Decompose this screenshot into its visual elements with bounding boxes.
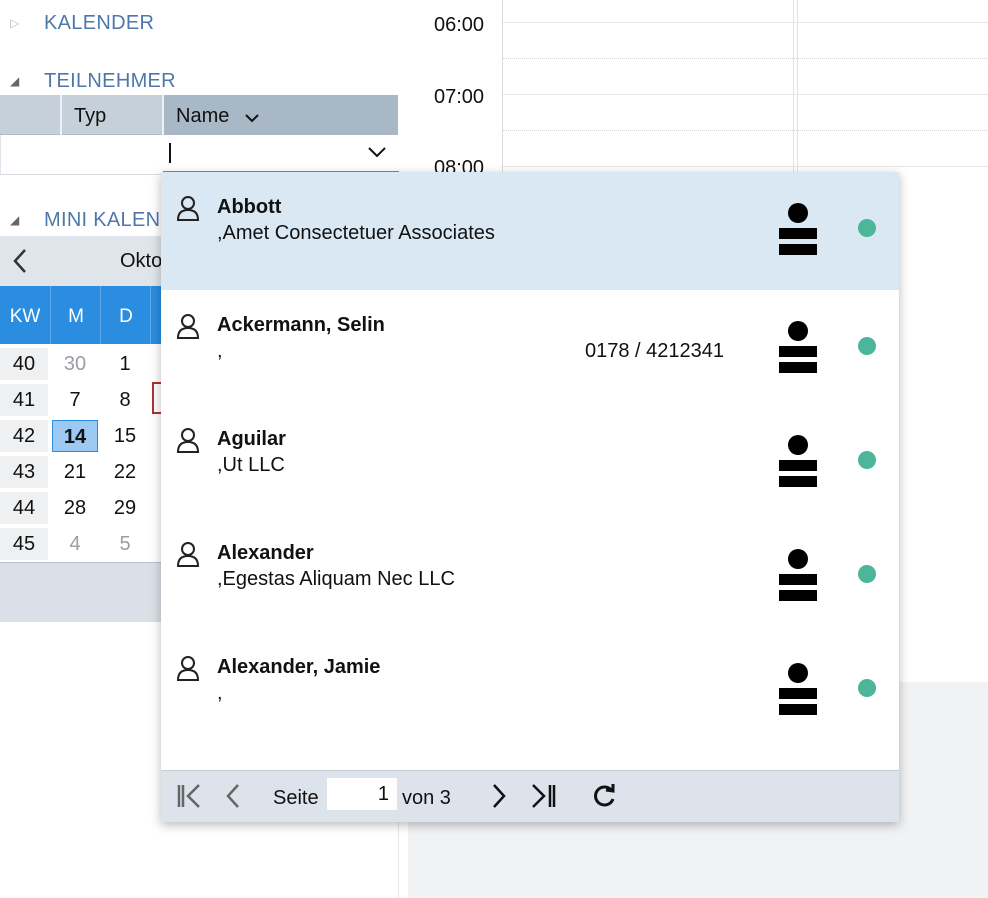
user-icon: [175, 312, 201, 345]
week-number[interactable]: 44: [0, 492, 48, 524]
participant-phone: 0178 / 4212341: [585, 340, 725, 362]
column-header-name-label: Name: [176, 105, 230, 127]
column-select[interactable]: [0, 95, 62, 135]
day-cell[interactable]: 29: [102, 492, 148, 524]
participant-option[interactable]: Aguilar ,Ut LLC: [161, 404, 899, 518]
mini-calendar-week-row: 43 21 22: [0, 454, 162, 490]
expand-triangle-icon[interactable]: ▷: [10, 16, 28, 30]
section-kalender[interactable]: ▷ KALENDER: [10, 12, 154, 34]
mini-calendar-week-row: 45 4 5: [0, 526, 162, 562]
section-teilnehmer[interactable]: ◢ TEILNEHMER: [10, 70, 176, 92]
status-dot: [858, 451, 876, 469]
day-cell[interactable]: 5: [102, 528, 148, 560]
week-number[interactable]: 42: [0, 420, 48, 452]
section-title-kalender: KALENDER: [44, 11, 155, 34]
status-dot: [858, 337, 876, 355]
text-caret: [169, 143, 171, 163]
user-icon: [175, 194, 201, 227]
first-page-icon[interactable]: [175, 783, 205, 814]
time-label: 07:00: [434, 86, 485, 108]
person-type-icon: [777, 548, 819, 617]
next-page-icon[interactable]: [489, 783, 509, 814]
column-header-name[interactable]: Name: [162, 95, 398, 135]
prev-page-icon[interactable]: [223, 783, 243, 814]
participant-option-partial[interactable]: [161, 746, 899, 770]
refresh-icon[interactable]: [591, 783, 617, 814]
participant-company: ,Amet Consectetuer Associates: [217, 222, 495, 244]
day-cell[interactable]: 15: [102, 420, 148, 452]
mini-calendar-footer: [0, 562, 162, 622]
section-mini-kalender[interactable]: ◢ MINI KALEN: [10, 209, 160, 231]
column-header-typ[interactable]: Typ: [74, 105, 106, 128]
section-title-mini-kalender: MINI KALEN: [44, 208, 161, 231]
participants-filter-row: [0, 135, 399, 175]
mini-calendar-weekday-header: KW M D: [0, 286, 162, 344]
participant-company: ,: [217, 682, 223, 704]
today-cell[interactable]: 14: [52, 420, 98, 452]
status-dot: [858, 219, 876, 237]
header-monday: M: [68, 306, 84, 327]
page-number-input[interactable]: [327, 778, 397, 810]
last-page-icon[interactable]: [529, 783, 559, 814]
participant-name: Abbott: [217, 196, 282, 218]
mini-calendar-nav: Okto: [0, 236, 162, 286]
page-count-label: von 3: [402, 787, 451, 809]
header-kw: KW: [9, 306, 41, 327]
mini-calendar-weeks: 40 30 1 41 7 8 42 14 15 43 21 22 44 28 29 45 4 5: [0, 346, 162, 562]
participant-option[interactable]: Alexander ,Egestas Aliquam Nec LLC: [161, 518, 899, 632]
participant-company: ,: [217, 340, 223, 362]
pager: Seite von 3: [161, 770, 899, 822]
day-cell[interactable]: 1: [102, 348, 148, 380]
participant-name: Alexander: [217, 542, 314, 564]
day-cell[interactable]: 7: [52, 384, 98, 416]
user-icon: [175, 654, 201, 687]
participant-option[interactable]: Alexander, Jamie,: [161, 632, 899, 746]
day-cell[interactable]: 22: [102, 456, 148, 488]
chevron-down-icon[interactable]: [367, 145, 387, 164]
person-type-icon: [777, 434, 819, 503]
name-filter-input[interactable]: [163, 135, 399, 173]
status-dot: [858, 679, 876, 697]
user-icon: [175, 540, 201, 573]
participants-grid-header: Typ Name: [0, 95, 398, 135]
week-number[interactable]: 40: [0, 348, 48, 380]
chevron-left-icon[interactable]: [12, 248, 28, 279]
status-dot: [858, 565, 876, 583]
participant-company: ,Ut LLC: [217, 454, 285, 476]
participant-company: ,Egestas Aliquam Nec LLC: [217, 568, 455, 590]
participant-option[interactable]: Ackermann, Selin, 0178 / 4212341: [161, 290, 899, 404]
participant-dropdown: Abbott ,Amet Consectetuer Associates Acker…: [161, 172, 899, 822]
person-type-icon: [777, 320, 819, 389]
day-cell[interactable]: 8: [102, 384, 148, 416]
section-title-teilnehmer: TEILNEHMER: [44, 69, 176, 92]
time-label: 06:00: [434, 14, 485, 36]
participant-name: Aguilar: [217, 428, 286, 450]
user-icon: [175, 426, 201, 459]
mini-calendar-week-row: 44 28 29: [0, 490, 162, 526]
week-number[interactable]: 41: [0, 384, 48, 416]
mini-calendar-month[interactable]: Okto: [120, 250, 162, 273]
mini-calendar-week-row: 40 30 1: [0, 346, 162, 382]
week-number[interactable]: 43: [0, 456, 48, 488]
person-type-icon: [777, 202, 819, 271]
mini-calendar-week-row: 42 14 15: [0, 418, 162, 454]
week-number[interactable]: 45: [0, 528, 48, 560]
collapse-triangle-icon[interactable]: ◢: [10, 213, 28, 227]
header-tuesday: D: [119, 306, 133, 327]
day-cell[interactable]: 30: [52, 348, 98, 380]
participant-option[interactable]: Abbott ,Amet Consectetuer Associates: [161, 172, 899, 290]
day-cell[interactable]: 28: [52, 492, 98, 524]
sort-chevron-down-icon[interactable]: [244, 107, 260, 130]
person-type-icon: [777, 662, 819, 731]
mini-calendar-week-row: 41 7 8: [0, 382, 162, 418]
collapse-triangle-icon[interactable]: ◢: [10, 74, 28, 88]
page-label: Seite: [273, 787, 319, 809]
day-cell[interactable]: 21: [52, 456, 98, 488]
participant-name: Alexander, Jamie: [217, 656, 381, 678]
day-cell[interactable]: 4: [52, 528, 98, 560]
participant-name: Ackermann, Selin: [217, 314, 385, 336]
participant-list[interactable]: Abbott ,Amet Consectetuer Associates Acker…: [161, 172, 899, 770]
